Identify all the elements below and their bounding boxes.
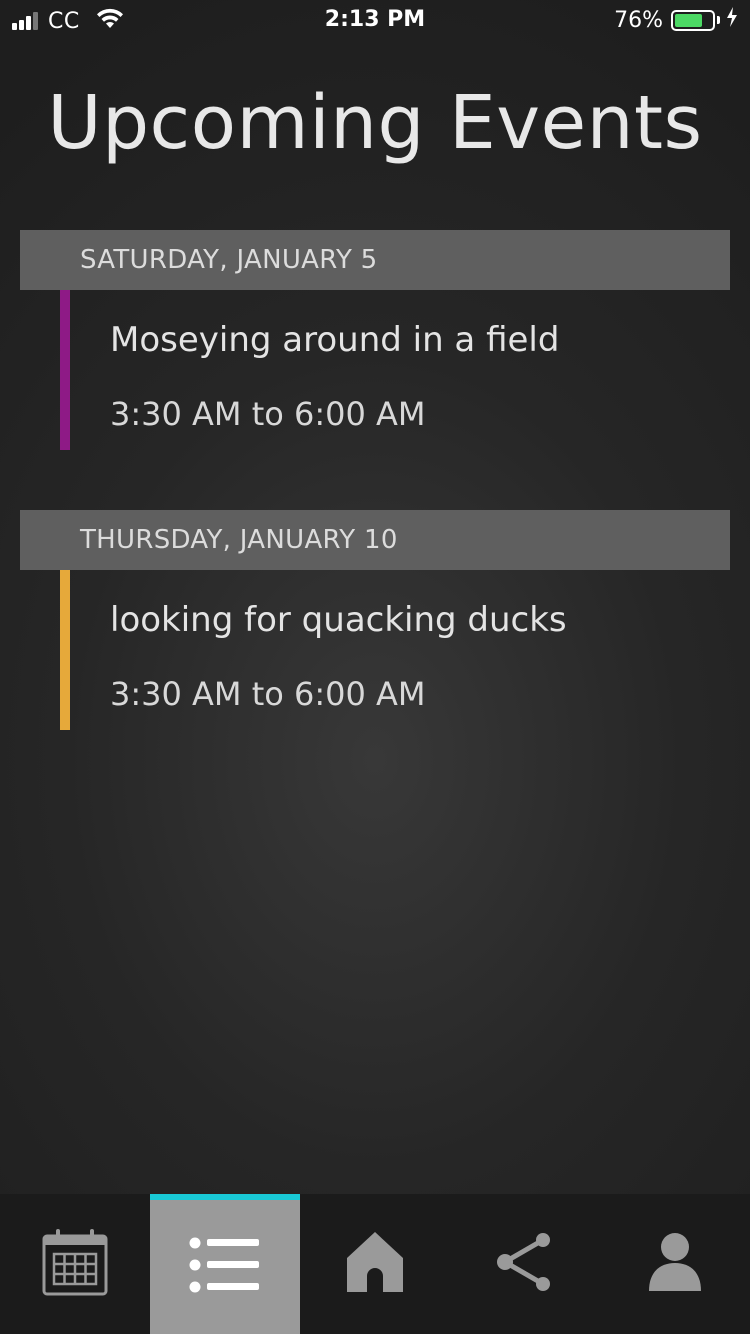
date-header: THURSDAY, JANUARY 10 (20, 510, 730, 570)
event-time: 3:30 AM to 6:00 AM (110, 675, 426, 713)
status-right: 76% (614, 7, 738, 33)
event-title[interactable]: looking for quacking ducks (110, 600, 567, 640)
event-color-bar (60, 290, 70, 450)
status-bar: CC 2:13 PM 76% (0, 0, 750, 40)
event-group: SATURDAY, JANUARY 5 Moseying around in a… (20, 230, 730, 450)
event-color-bar (60, 570, 70, 730)
battery-icon (671, 9, 715, 31)
event-group: THURSDAY, JANUARY 10 looking for quackin… (20, 510, 730, 730)
tab-calendar[interactable] (0, 1194, 150, 1334)
battery-percent: 76% (614, 7, 663, 33)
calendar-icon (42, 1228, 108, 1300)
list-icon (189, 1235, 261, 1299)
event-item[interactable]: Moseying around in a field 3:30 AM to 6:… (20, 290, 730, 450)
tab-profile[interactable] (600, 1194, 750, 1334)
share-icon (496, 1232, 554, 1296)
battery-level-fill (675, 13, 703, 27)
user-icon (647, 1231, 703, 1297)
bottom-tab-bar (0, 1194, 750, 1334)
page-title: Upcoming Events (47, 80, 703, 166)
date-header: SATURDAY, JANUARY 5 (20, 230, 730, 290)
home-icon (345, 1230, 405, 1298)
event-item[interactable]: looking for quacking ducks 3:30 AM to 6:… (20, 570, 730, 730)
tab-share[interactable] (450, 1194, 600, 1334)
event-time: 3:30 AM to 6:00 AM (110, 395, 426, 433)
battery-nub (717, 16, 720, 24)
event-title[interactable]: Moseying around in a field (110, 320, 559, 360)
tab-home[interactable] (300, 1194, 450, 1334)
charging-bolt-icon (726, 7, 738, 33)
tab-list[interactable] (150, 1194, 300, 1334)
